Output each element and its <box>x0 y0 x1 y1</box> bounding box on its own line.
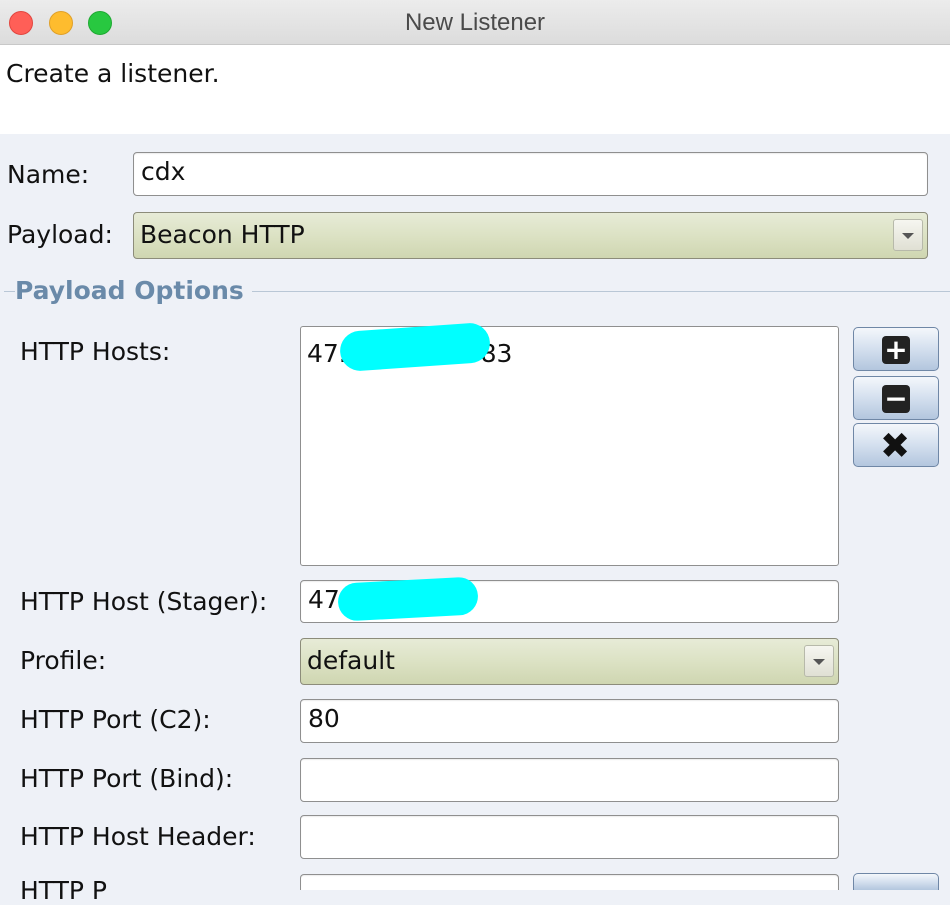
window-title: New Listener <box>404 9 546 36</box>
profile-select[interactable]: default <box>300 638 839 685</box>
x-icon: ✖ <box>880 426 911 467</box>
payload-label: Payload: <box>7 220 113 249</box>
port-c2-label: HTTP Port (C2): <box>20 705 211 734</box>
port-c2-input[interactable]: 80 <box>300 699 839 743</box>
chevron-down-icon[interactable] <box>893 219 923 251</box>
stager-label: HTTP Host (Stager): <box>20 587 268 616</box>
profile-label: Profile: <box>20 646 107 675</box>
port-bind-input[interactable] <box>300 758 839 802</box>
section-title-payload-options: Payload Options <box>15 276 252 305</box>
partial-label: HTTP P <box>20 876 107 905</box>
redaction-mark <box>337 576 479 622</box>
name-input[interactable]: cdx <box>133 152 928 196</box>
host-header-input[interactable] <box>300 815 839 859</box>
port-bind-label: HTTP Port (Bind): <box>20 764 234 793</box>
minus-icon: − <box>882 385 910 413</box>
host-header-label: HTTP Host Header: <box>20 822 256 851</box>
dialog-description: Create a listener. <box>6 59 220 88</box>
http-hosts-label: HTTP Hosts: <box>20 337 171 366</box>
add-host-button[interactable]: + <box>853 327 939 371</box>
partial-button[interactable] <box>853 873 939 890</box>
chevron-down-icon[interactable] <box>804 645 834 677</box>
remove-host-button[interactable]: − <box>853 376 939 420</box>
payload-select[interactable]: Beacon HTTP <box>133 212 928 259</box>
payload-select-value: Beacon HTTP <box>140 220 305 249</box>
dialog-header: Create a listener. <box>0 45 950 134</box>
name-label: Name: <box>7 160 90 189</box>
clear-hosts-button[interactable]: ✖ <box>853 423 939 467</box>
window-titlebar: New Listener <box>0 0 950 45</box>
plus-icon: + <box>882 336 910 364</box>
partial-input[interactable] <box>300 874 839 890</box>
profile-select-value: default <box>307 646 395 675</box>
section-divider-left <box>4 291 12 292</box>
